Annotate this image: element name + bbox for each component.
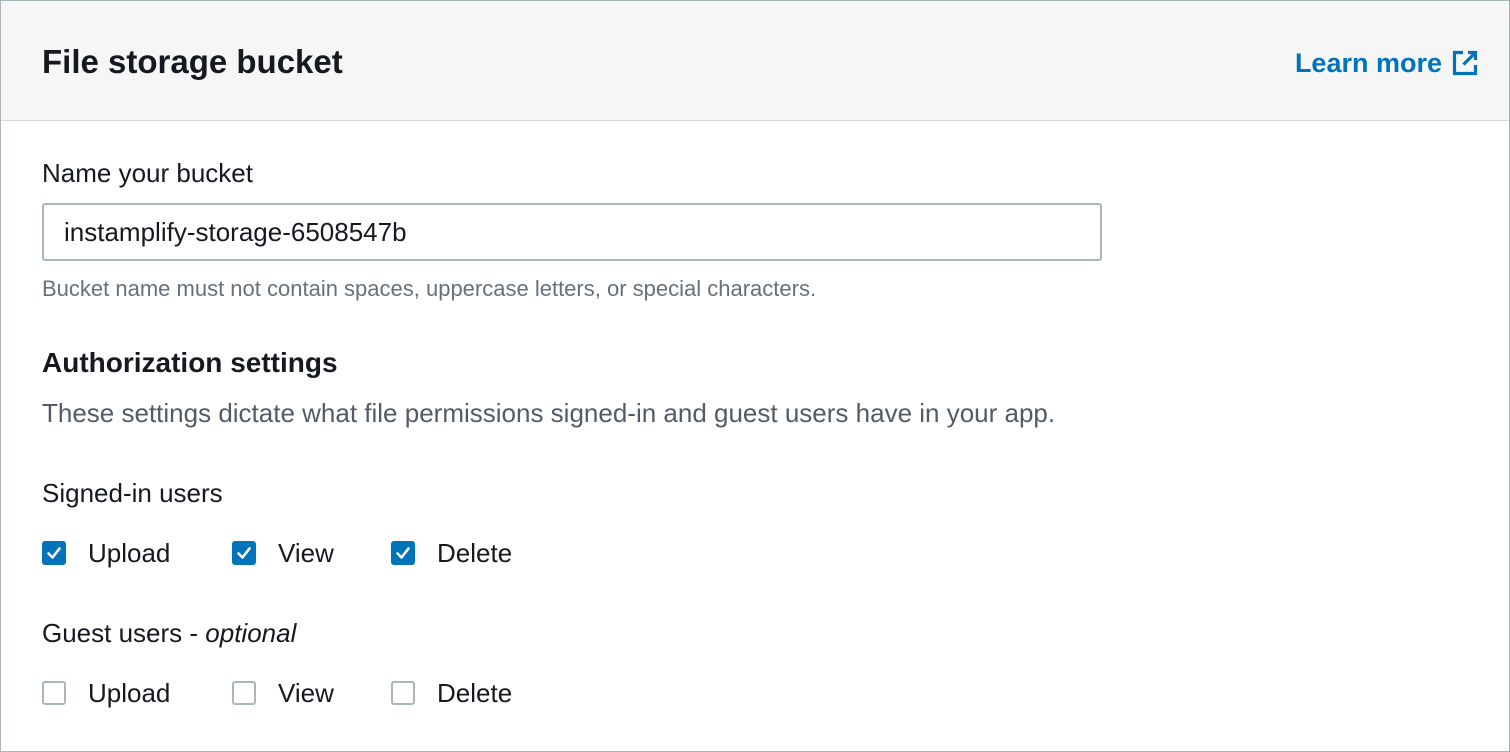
- guest-permissions: Upload View Delete: [42, 673, 512, 713]
- signed-in-upload-checkbox[interactable]: Upload: [42, 536, 232, 570]
- checkbox-label: Upload: [88, 538, 171, 568]
- authorization-heading: Authorization settings: [42, 347, 338, 378]
- bucket-name-label: Name your bucket: [42, 158, 253, 188]
- learn-more-link[interactable]: Learn more: [1295, 45, 1479, 81]
- storage-settings-panel: File storage bucket Learn more Name your…: [0, 0, 1510, 752]
- guest-upload-checkbox[interactable]: Upload: [42, 676, 232, 710]
- signed-in-permissions: Upload View Delete: [42, 533, 512, 573]
- panel-header: File storage bucket Learn more: [1, 1, 1509, 121]
- guest-view-checkbox[interactable]: View: [232, 676, 391, 710]
- bucket-name-constraint: Bucket name must not contain spaces, upp…: [42, 276, 817, 301]
- learn-more-label: Learn more: [1294, 48, 1442, 78]
- checkbox-unchecked-icon[interactable]: [232, 681, 256, 705]
- guest-delete-checkbox[interactable]: Delete: [391, 676, 512, 710]
- checkbox-checked-icon[interactable]: [391, 541, 415, 565]
- optional-tag: optional: [205, 618, 297, 648]
- checkbox-label: Upload: [88, 678, 171, 708]
- signed-in-view-checkbox[interactable]: View: [232, 536, 391, 570]
- checkbox-label: View: [278, 678, 334, 708]
- guest-users-label: Guest users - optional: [42, 616, 296, 650]
- checkbox-label: Delete: [437, 678, 513, 708]
- checkbox-checked-icon[interactable]: [232, 541, 256, 565]
- guest-users-label-text: Guest users -: [42, 618, 206, 648]
- checkbox-unchecked-icon[interactable]: [391, 681, 415, 705]
- checkbox-label: View: [278, 538, 334, 568]
- checkbox-checked-icon[interactable]: [42, 541, 66, 565]
- checkbox-label: Delete: [437, 538, 513, 568]
- external-link-icon: [1451, 49, 1479, 77]
- panel-title: File storage bucket: [42, 43, 343, 80]
- signed-in-users-label: Signed-in users: [42, 478, 223, 508]
- bucket-name-input[interactable]: [42, 203, 1102, 261]
- checkbox-unchecked-icon[interactable]: [42, 681, 66, 705]
- authorization-description: These settings dictate what file permiss…: [42, 398, 1056, 428]
- signed-in-delete-checkbox[interactable]: Delete: [391, 536, 512, 570]
